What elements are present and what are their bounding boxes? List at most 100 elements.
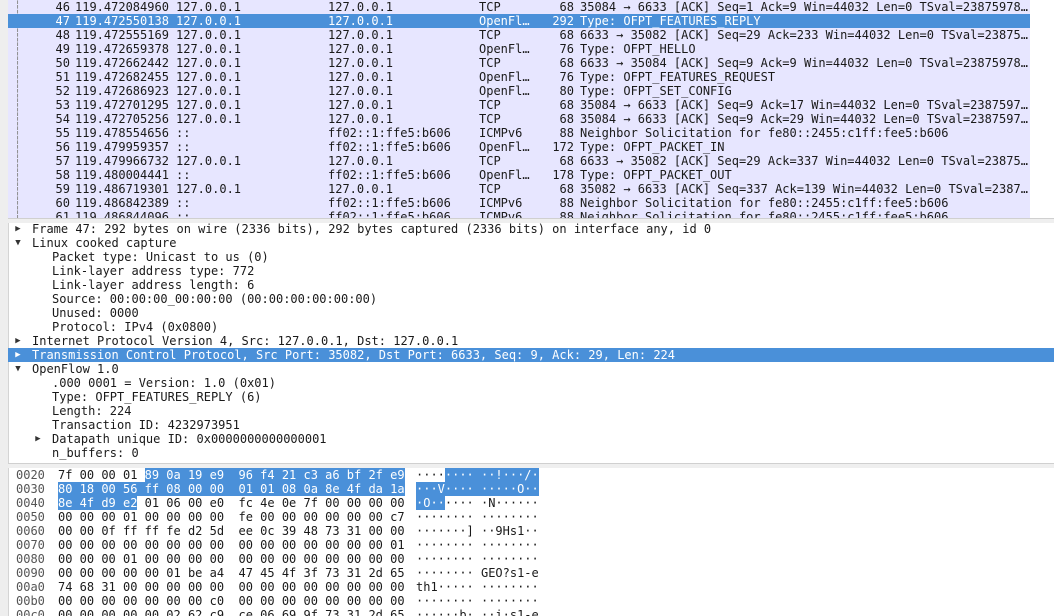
ascii-char[interactable]: ·: [532, 594, 539, 608]
ascii-char[interactable]: ·: [445, 580, 452, 594]
ascii-char[interactable]: ·: [438, 468, 445, 482]
ascii-char[interactable]: ·: [517, 594, 524, 608]
ascii-char[interactable]: [474, 594, 481, 608]
ascii-char[interactable]: G: [481, 566, 488, 580]
hex-byte[interactable]: 00: [210, 552, 224, 566]
ascii-char[interactable]: ·: [444, 468, 453, 482]
ascii-char[interactable]: ·: [423, 594, 430, 608]
hex-byte[interactable]: e9: [209, 468, 239, 482]
hex-byte[interactable]: 89: [144, 468, 167, 482]
hex-byte[interactable]: 2d: [368, 566, 382, 580]
hex-byte[interactable]: 62: [188, 608, 202, 616]
ascii-char[interactable]: ·: [488, 580, 495, 594]
hex-byte[interactable]: 00: [368, 538, 382, 552]
hex-byte[interactable]: ff: [144, 482, 167, 496]
hex-byte[interactable]: 48: [303, 524, 317, 538]
ascii-char[interactable]: ·: [416, 552, 423, 566]
hex-byte[interactable]: 00: [80, 608, 94, 616]
ascii-char[interactable]: ·: [467, 594, 474, 608]
ascii-char[interactable]: ·: [532, 580, 539, 594]
ascii-char[interactable]: ·: [452, 580, 459, 594]
hex-byte[interactable]: bf: [346, 468, 369, 482]
hex-byte[interactable]: 73: [325, 608, 339, 616]
ascii-char[interactable]: ·: [423, 524, 430, 538]
ascii-char[interactable]: ·: [510, 510, 517, 524]
ascii-char[interactable]: ·: [488, 552, 495, 566]
ascii-char[interactable]: O: [423, 496, 431, 510]
ascii-char[interactable]: ·: [416, 496, 424, 510]
hex-byte[interactable]: 7f: [58, 468, 72, 482]
hex-byte[interactable]: 00: [58, 524, 72, 538]
ascii-char[interactable]: ·: [423, 566, 430, 580]
hex-byte[interactable]: 47: [239, 566, 253, 580]
detail-tree-item[interactable]: Transaction ID: 4232973951: [8, 418, 1054, 432]
packet-row[interactable]: ┆ 60 119.486842389:: ff02::1:ffe5:b606 ICMPv…: [8, 196, 1030, 210]
ascii-char[interactable]: ·: [430, 594, 437, 608]
hex-byte[interactable]: e9: [390, 468, 405, 482]
ascii-char[interactable]: [474, 552, 481, 566]
ascii-char[interactable]: ·: [452, 566, 459, 580]
hex-byte[interactable]: 31: [347, 524, 361, 538]
hex-byte[interactable]: c9: [210, 608, 224, 616]
ascii-char[interactable]: ·: [517, 552, 524, 566]
ascii-char[interactable]: ·: [445, 510, 452, 524]
ascii-char[interactable]: ·: [488, 524, 495, 538]
ascii-char[interactable]: [474, 566, 481, 580]
ascii-char[interactable]: ·: [488, 468, 496, 482]
hex-byte[interactable]: 56: [122, 482, 145, 496]
ascii-char[interactable]: ·: [517, 510, 524, 524]
hex-byte[interactable]: 00: [101, 594, 115, 608]
ascii-char[interactable]: !: [495, 468, 503, 482]
ascii-char[interactable]: ·: [459, 594, 466, 608]
hex-byte[interactable]: 00: [325, 538, 339, 552]
ascii-char[interactable]: [473, 468, 481, 482]
hex-byte[interactable]: 39: [282, 524, 296, 538]
ascii-char[interactable]: -: [524, 566, 531, 580]
ascii-char[interactable]: [474, 496, 481, 510]
hex-byte[interactable]: 1a: [390, 482, 405, 496]
ascii-char[interactable]: ·: [437, 496, 445, 510]
ascii-char[interactable]: ·: [532, 538, 539, 552]
ascii-char[interactable]: ·: [438, 594, 445, 608]
collapsed-arrow-icon[interactable]: ▶: [12, 348, 24, 362]
ascii-char[interactable]: ·: [423, 510, 430, 524]
hex-byte[interactable]: 00: [145, 580, 159, 594]
ascii-char[interactable]: ·: [445, 552, 452, 566]
collapsed-arrow-icon[interactable]: ▶: [32, 432, 44, 446]
hex-byte[interactable]: 00: [80, 566, 94, 580]
detail-tree-item[interactable]: ▶ Internet Protocol Version 4, Src: 127.0…: [8, 334, 1054, 348]
hex-byte[interactable]: 00: [58, 552, 72, 566]
ascii-char[interactable]: ·: [452, 468, 460, 482]
ascii-char[interactable]: ·: [430, 538, 437, 552]
ascii-char[interactable]: ·: [481, 510, 488, 524]
hex-byte[interactable]: 00: [123, 594, 137, 608]
hex-byte[interactable]: 08: [166, 482, 188, 496]
packet-bytes-pane[interactable]: 0020 7f 00 00 01 89 0a 19 e9 96 f4 21 c3 a6 b…: [8, 468, 1054, 616]
hex-byte[interactable]: 00: [101, 510, 115, 524]
ascii-char[interactable]: ·: [430, 510, 437, 524]
ascii-char[interactable]: ·: [532, 510, 539, 524]
ascii-char[interactable]: ·: [502, 468, 510, 482]
hex-byte[interactable]: 96: [238, 468, 261, 482]
packet-row[interactable]: ┆ 61 119.486844096:: ff02::1:ffe5:b606 ICMPv…: [8, 210, 1030, 218]
detail-tree-item[interactable]: Type: OFPT_FEATURES_REPLY (6): [8, 390, 1054, 404]
ascii-char[interactable]: ·: [459, 538, 466, 552]
hex-byte[interactable]: 01: [123, 468, 137, 482]
hex-byte[interactable]: 00: [282, 552, 296, 566]
ascii-char[interactable]: ·: [481, 580, 488, 594]
hex-byte[interactable]: 00: [390, 496, 404, 510]
ascii-char[interactable]: ·: [452, 524, 459, 538]
hex-byte[interactable]: 00: [282, 594, 296, 608]
ascii-char[interactable]: ·: [423, 552, 430, 566]
hex-byte[interactable]: f4: [260, 468, 282, 482]
ascii-char[interactable]: ·: [524, 510, 531, 524]
ascii-char[interactable]: ·: [502, 482, 510, 496]
ascii-char[interactable]: ·: [467, 566, 474, 580]
packet-list-pane[interactable]: ┆ 46 119.472084960 127.0.0.1 127.0.0.1 TCP 68 3…: [8, 0, 1054, 218]
ascii-char[interactable]: ·: [488, 538, 495, 552]
hex-byte[interactable]: d9: [101, 496, 123, 510]
hex-byte[interactable]: 01: [123, 510, 137, 524]
ascii-char[interactable]: ·: [481, 538, 488, 552]
hex-byte[interactable]: c7: [390, 510, 404, 524]
ascii-char[interactable]: ·: [495, 594, 502, 608]
